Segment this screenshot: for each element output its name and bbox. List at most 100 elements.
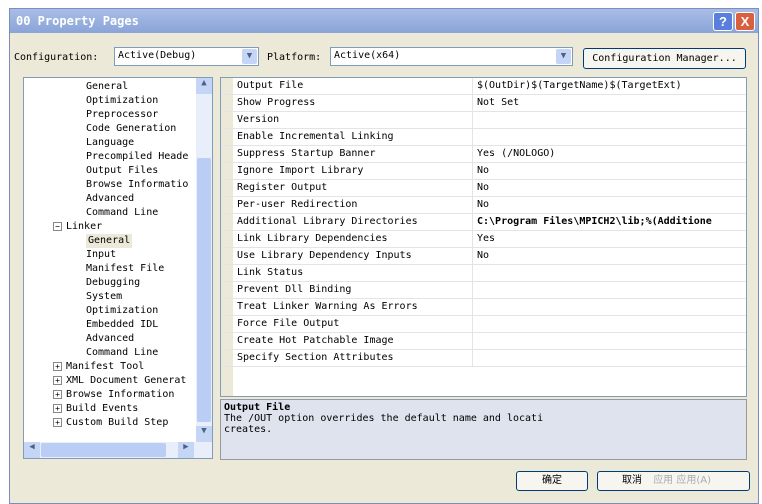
property-row[interactable]: Additional Library Directories C:\Program…	[221, 214, 746, 231]
property-row[interactable]: Version	[221, 112, 746, 129]
tree-item[interactable]: Optimization	[86, 94, 158, 108]
tree-item[interactable]: XML Document Generat	[66, 374, 186, 388]
tree-item[interactable]: Build Events	[66, 402, 138, 416]
category-tree[interactable]: ▲ ▼ ◀ ▶ General Optimization Preprocessor C…	[23, 77, 213, 459]
tree-item[interactable]: Custom Build Step	[66, 416, 168, 430]
property-value[interactable]: No	[477, 248, 745, 264]
cancel-label: 取消	[622, 475, 642, 486]
property-row[interactable]: Use Library Dependency Inputs No	[221, 248, 746, 265]
vertical-scrollbar[interactable]: ▲ ▼	[196, 78, 212, 442]
horizontal-scrollbar[interactable]: ◀ ▶	[24, 442, 212, 458]
property-row[interactable]: Treat Linker Warning As Errors	[221, 299, 746, 316]
property-row[interactable]: Specify Section Attributes	[221, 350, 746, 367]
tree-item-label: Manifest Tool	[66, 361, 145, 372]
tree-item[interactable]: Embedded IDL	[86, 318, 158, 332]
property-row[interactable]: Output File $(OutDir)$(TargetName)$(Targe…	[221, 78, 746, 95]
tree-item-label: Command Line	[86, 347, 159, 358]
property-row[interactable]: Suppress Startup Banner Yes (/NOLOGO)	[221, 146, 746, 163]
tree-item[interactable]: Browse Information	[66, 388, 174, 402]
property-value[interactable]: Yes (/NOLOGO)	[477, 146, 745, 162]
property-name: Enable Incremental Linking	[237, 129, 473, 145]
property-row[interactable]: Per-user Redirection No	[221, 197, 746, 214]
tree-item-label: Linker	[66, 221, 103, 232]
property-name: Ignore Import Library	[237, 163, 473, 179]
scroll-down-button[interactable]: ▼	[196, 426, 212, 442]
property-name: Register Output	[237, 180, 473, 196]
expand-icon[interactable]: +	[53, 418, 62, 427]
tree-item-label: Precompiled Heade	[86, 151, 189, 162]
tree-item[interactable]: General	[86, 80, 128, 94]
tree-item[interactable]: Manifest File	[86, 262, 164, 276]
collapse-icon[interactable]: −	[53, 222, 62, 231]
property-row[interactable]: Link Library Dependencies Yes	[221, 231, 746, 248]
tree-item[interactable]: General	[86, 234, 133, 248]
property-value[interactable]: No	[477, 180, 745, 196]
h-scroll-thumb[interactable]	[41, 443, 166, 457]
tree-item[interactable]: Output Files	[86, 164, 158, 178]
chevron-down-icon: ▼	[556, 49, 571, 64]
property-value[interactable]: Yes	[477, 231, 745, 247]
property-row[interactable]: Register Output No	[221, 180, 746, 197]
property-name: Additional Library Directories	[237, 214, 473, 230]
cancel-button[interactable]: 取消 应用 应用(A)	[597, 471, 750, 491]
property-value[interactable]: Not Set	[477, 95, 745, 111]
property-row[interactable]: Enable Incremental Linking	[221, 129, 746, 146]
title-bar: 00 Property Pages ? X	[10, 9, 758, 33]
tree-item-label: System	[86, 291, 123, 302]
expand-icon[interactable]: +	[53, 390, 62, 399]
expand-icon[interactable]: +	[53, 404, 62, 413]
property-row[interactable]: Create Hot Patchable Image	[221, 333, 746, 350]
tree-item[interactable]: Manifest Tool	[66, 360, 144, 374]
property-value[interactable]: No	[477, 197, 745, 213]
tree-item[interactable]: System	[86, 290, 122, 304]
tree-item[interactable]: Browse Informatio	[86, 178, 188, 192]
tree-item-label: Input	[86, 249, 117, 260]
tree-item[interactable]: Command Line	[86, 206, 158, 220]
property-name: Show Progress	[237, 95, 473, 111]
scroll-right-button[interactable]: ▶	[178, 442, 194, 458]
property-value[interactable]: No	[477, 163, 745, 179]
platform-value: Active(x64)	[334, 50, 401, 61]
tree-item[interactable]: Debugging	[86, 276, 140, 290]
configuration-label: Configuration:	[14, 52, 99, 63]
property-row[interactable]: Prevent Dll Binding	[221, 282, 746, 299]
configuration-manager-button[interactable]: Configuration Manager...	[583, 48, 746, 69]
property-value[interactable]: C:\Program Files\MPICH2\lib;%(Additione	[477, 214, 745, 230]
platform-select[interactable]: Active(x64) ▼	[330, 47, 573, 66]
tree-item[interactable]: Language	[86, 136, 134, 150]
property-grid: Output File $(OutDir)$(TargetName)$(Targe…	[220, 77, 747, 397]
close-button[interactable]: X	[735, 12, 755, 31]
apply-button[interactable]: 应用 应用(A)	[653, 475, 711, 486]
tree-item[interactable]: Input	[86, 248, 116, 262]
tree-item[interactable]: Code Generation	[86, 122, 176, 136]
property-name: Specify Section Attributes	[237, 350, 473, 366]
help-button[interactable]: ?	[713, 12, 733, 31]
tree-item[interactable]: Advanced	[86, 332, 134, 346]
tree-item[interactable]: Command Line	[86, 346, 158, 360]
tree-item[interactable]: Linker	[66, 220, 102, 234]
chevron-down-icon: ▼	[242, 49, 257, 64]
expand-icon[interactable]: +	[53, 376, 62, 385]
tree-item[interactable]: Advanced	[86, 192, 134, 206]
property-row[interactable]: Show Progress Not Set	[221, 95, 746, 112]
scroll-left-button[interactable]: ◀	[24, 442, 40, 458]
ok-button[interactable]: 确定	[516, 471, 588, 491]
property-name: Link Library Dependencies	[237, 231, 473, 247]
property-name: Per-user Redirection	[237, 197, 473, 213]
property-row[interactable]: Ignore Import Library No	[221, 163, 746, 180]
configuration-select[interactable]: Active(Debug) ▼	[114, 47, 259, 66]
tree-item[interactable]: Precompiled Heade	[86, 150, 188, 164]
expand-icon[interactable]: +	[53, 362, 62, 371]
property-row[interactable]: Force File Output	[221, 316, 746, 333]
property-row[interactable]: Link Status	[221, 265, 746, 282]
scroll-up-button[interactable]: ▲	[196, 78, 212, 94]
tree-item-label: Preprocessor	[86, 109, 159, 120]
tree-item-label: Embedded IDL	[86, 319, 159, 330]
scroll-thumb[interactable]	[197, 158, 211, 422]
tree-item-label: Manifest File	[86, 263, 165, 274]
tree-item[interactable]: Optimization	[86, 304, 158, 318]
property-name: Create Hot Patchable Image	[237, 333, 473, 349]
tree-item[interactable]: Preprocessor	[86, 108, 158, 122]
property-name: Prevent Dll Binding	[237, 282, 473, 298]
property-value[interactable]: $(OutDir)$(TargetName)$(TargetExt)	[477, 78, 745, 94]
